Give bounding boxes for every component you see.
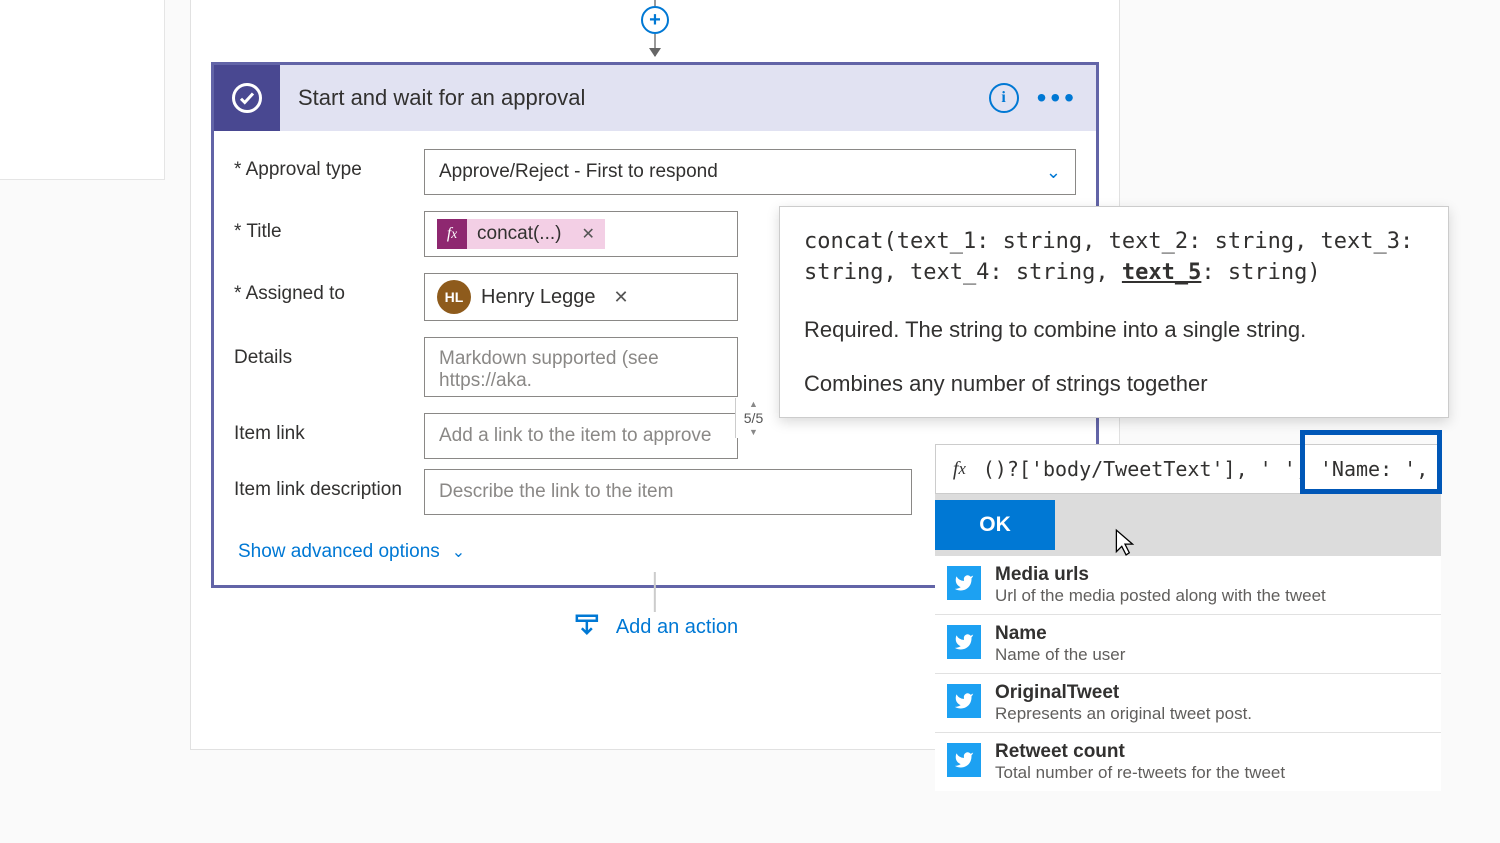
fx-icon: fx bbox=[437, 219, 467, 249]
suggestion-item[interactable]: Retweet count Total number of re-tweets … bbox=[935, 733, 1441, 791]
chevron-down-icon: ⌄ bbox=[1046, 162, 1061, 183]
suggestion-desc: Name of the user bbox=[995, 645, 1125, 665]
twitter-icon bbox=[947, 625, 981, 659]
user-token[interactable]: HL Henry Legge ✕ bbox=[437, 280, 629, 314]
tooltip-required: Required. The string to combine into a s… bbox=[804, 317, 1424, 343]
label-title: * Title bbox=[234, 211, 424, 243]
item-link-counter: 5/5 bbox=[735, 398, 771, 438]
item-link-input[interactable]: Add a link to the item to approve bbox=[424, 413, 738, 459]
card-title: Start and wait for an approval bbox=[280, 85, 989, 111]
more-menu-icon[interactable]: ••• bbox=[1037, 82, 1078, 114]
label-item-link: Item link bbox=[234, 413, 424, 445]
expression-text: ()?['body/TweetText'], ' ', 'Name: ', | bbox=[983, 457, 1440, 481]
item-link-desc-input[interactable]: Describe the link to the item bbox=[424, 469, 912, 515]
chevron-down-icon: ⌄ bbox=[452, 542, 465, 562]
title-input[interactable]: fx concat(...) ✕ bbox=[424, 211, 738, 257]
assigned-to-input[interactable]: HL Henry Legge ✕ bbox=[424, 273, 738, 321]
twitter-icon bbox=[947, 684, 981, 718]
details-input[interactable]: Markdown supported (see https://aka. bbox=[424, 337, 738, 397]
remove-token-icon[interactable]: ✕ bbox=[571, 224, 604, 244]
suggestion-item[interactable]: OriginalTweet Represents an original twe… bbox=[935, 674, 1441, 733]
intellisense-tooltip: concat(text_1: string, text_2: string, t… bbox=[779, 206, 1449, 418]
suggestion-item[interactable]: Media urls Url of the media posted along… bbox=[935, 556, 1441, 615]
add-action-icon bbox=[572, 612, 602, 642]
connector: + bbox=[641, 0, 669, 56]
suggestion-title: OriginalTweet bbox=[995, 682, 1252, 704]
suggestion-title: Name bbox=[995, 623, 1125, 645]
approval-icon bbox=[214, 65, 280, 131]
expression-token[interactable]: fx concat(...) ✕ bbox=[437, 219, 605, 249]
twitter-icon bbox=[947, 566, 981, 600]
suggestion-desc: Url of the media posted along with the t… bbox=[995, 586, 1326, 606]
show-advanced-button[interactable]: Show advanced options ⌄ bbox=[234, 541, 465, 563]
left-partial-card bbox=[0, 0, 165, 180]
suggestion-desc: Represents an original tweet post. bbox=[995, 704, 1252, 724]
add-action-button[interactable]: Add an action bbox=[572, 612, 738, 642]
remove-user-icon[interactable]: ✕ bbox=[614, 287, 629, 308]
avatar: HL bbox=[437, 280, 471, 314]
label-assigned-to: * Assigned to bbox=[234, 273, 424, 305]
suggestions-panel: OK Media urls Url of the media posted al… bbox=[935, 494, 1441, 791]
label-item-link-desc: Item link description bbox=[234, 469, 424, 501]
ok-row: OK bbox=[935, 494, 1441, 556]
label-approval-type: * Approval type bbox=[234, 149, 424, 181]
fx-icon: fx bbox=[936, 458, 983, 481]
suggestion-desc: Total number of re-tweets for the tweet bbox=[995, 763, 1285, 783]
label-details: Details bbox=[234, 337, 424, 369]
suggestion-title: Media urls bbox=[995, 564, 1326, 586]
row-approval-type: * Approval type Approve/Reject - First t… bbox=[234, 149, 1076, 195]
card-header[interactable]: Start and wait for an approval i ••• bbox=[214, 65, 1096, 131]
ok-button[interactable]: OK bbox=[935, 500, 1055, 550]
signature: concat(text_1: string, text_2: string, t… bbox=[804, 227, 1424, 289]
suggestion-title: Retweet count bbox=[995, 741, 1285, 763]
tooltip-description: Combines any number of strings together bbox=[804, 371, 1424, 397]
add-step-icon[interactable]: + bbox=[641, 6, 669, 34]
suggestion-item[interactable]: Name Name of the user bbox=[935, 615, 1441, 674]
expression-input[interactable]: fx ()?['body/TweetText'], ' ', 'Name: ',… bbox=[935, 444, 1441, 494]
approval-type-select[interactable]: Approve/Reject - First to respond ⌄ bbox=[424, 149, 1076, 195]
info-icon[interactable]: i bbox=[989, 83, 1019, 113]
twitter-icon bbox=[947, 743, 981, 777]
